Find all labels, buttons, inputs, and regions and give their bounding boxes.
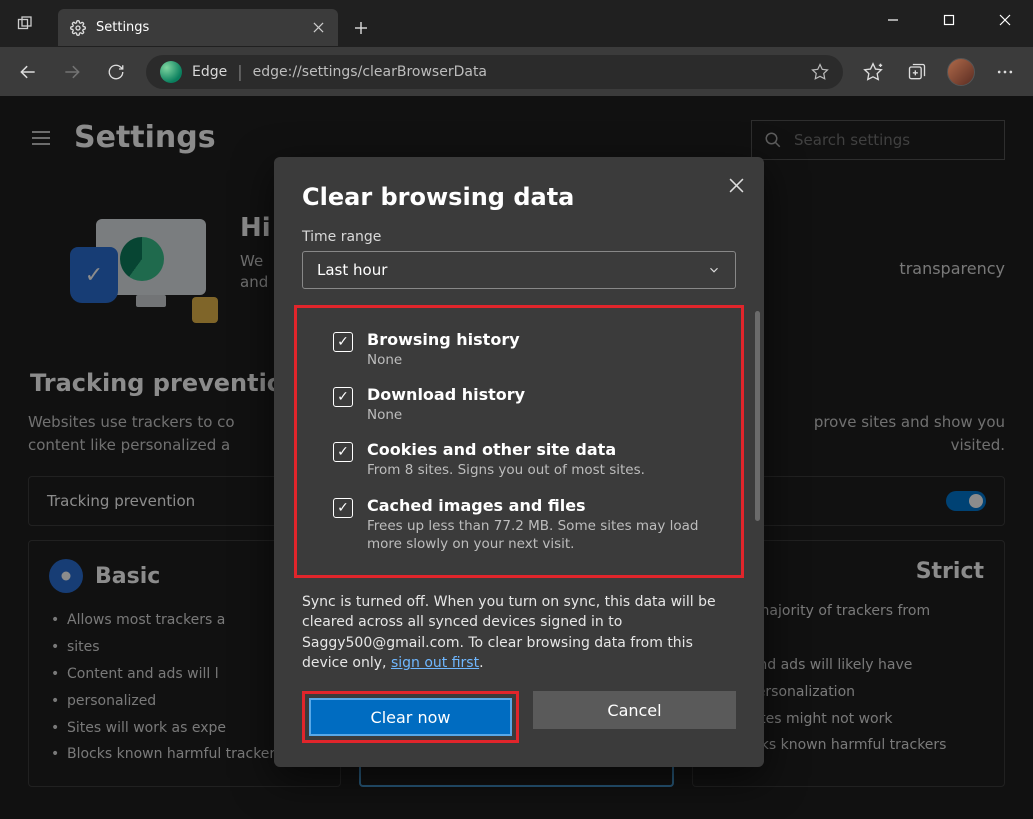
refresh-button[interactable] (96, 52, 136, 92)
time-range-select[interactable]: Last hour (302, 251, 736, 289)
address-separator: | (237, 62, 242, 81)
time-range-value: Last hour (317, 261, 387, 279)
window-minimize-button[interactable] (865, 0, 921, 40)
more-menu-button[interactable] (985, 52, 1025, 92)
checkbox-cookies[interactable] (333, 442, 353, 462)
profile-button[interactable] (941, 52, 981, 92)
back-button[interactable] (8, 52, 48, 92)
window-close-button[interactable] (977, 0, 1033, 40)
checkbox-cached-images[interactable] (333, 498, 353, 518)
address-browser-label: Edge (192, 64, 227, 80)
address-url: edge://settings/clearBrowserData (253, 64, 487, 80)
forward-button[interactable] (52, 52, 92, 92)
clear-now-button[interactable]: Clear now (309, 698, 512, 736)
tab-title: Settings (96, 20, 300, 35)
option-browsing-history[interactable]: Browsing historyNone (333, 322, 705, 377)
checkbox-download-history[interactable] (333, 387, 353, 407)
annotation-highlight-options: Browsing historyNone Download historyNon… (294, 305, 744, 578)
favorite-add-icon[interactable] (811, 63, 829, 81)
browser-toolbar: Edge | edge://settings/clearBrowserData (0, 47, 1033, 96)
window-titlebar: Settings (0, 0, 1033, 47)
dialog-sync-note: Sync is turned off. When you turn on syn… (274, 578, 764, 673)
checkbox-browsing-history[interactable] (333, 332, 353, 352)
time-range-label: Time range (274, 229, 764, 251)
chevron-down-icon (707, 263, 721, 277)
edge-icon (160, 61, 182, 83)
address-bar[interactable]: Edge | edge://settings/clearBrowserData (146, 55, 843, 89)
option-cached-images[interactable]: Cached images and filesFrees up less tha… (333, 488, 705, 561)
browser-tab-settings[interactable]: Settings (58, 9, 338, 46)
annotation-highlight-clear-button: Clear now (302, 691, 519, 743)
window-maximize-button[interactable] (921, 0, 977, 40)
collections-button[interactable] (897, 52, 937, 92)
tab-actions-button[interactable] (0, 0, 50, 47)
avatar-icon (947, 58, 975, 86)
favorites-button[interactable] (853, 52, 893, 92)
gear-icon (70, 20, 86, 36)
dialog-close-button[interactable] (722, 171, 750, 199)
new-tab-button[interactable] (344, 11, 378, 45)
dialog-scrollbar[interactable] (755, 311, 760, 521)
dialog-title: Clear browsing data (274, 179, 764, 229)
sign-out-link[interactable]: sign out first (391, 655, 479, 671)
clear-browsing-data-dialog: Clear browsing data Time range Last hour… (274, 157, 764, 767)
option-download-history[interactable]: Download historyNone (333, 377, 705, 432)
option-cookies[interactable]: Cookies and other site dataFrom 8 sites.… (333, 432, 705, 487)
tab-close-button[interactable] (310, 20, 326, 36)
cancel-button[interactable]: Cancel (533, 691, 736, 729)
